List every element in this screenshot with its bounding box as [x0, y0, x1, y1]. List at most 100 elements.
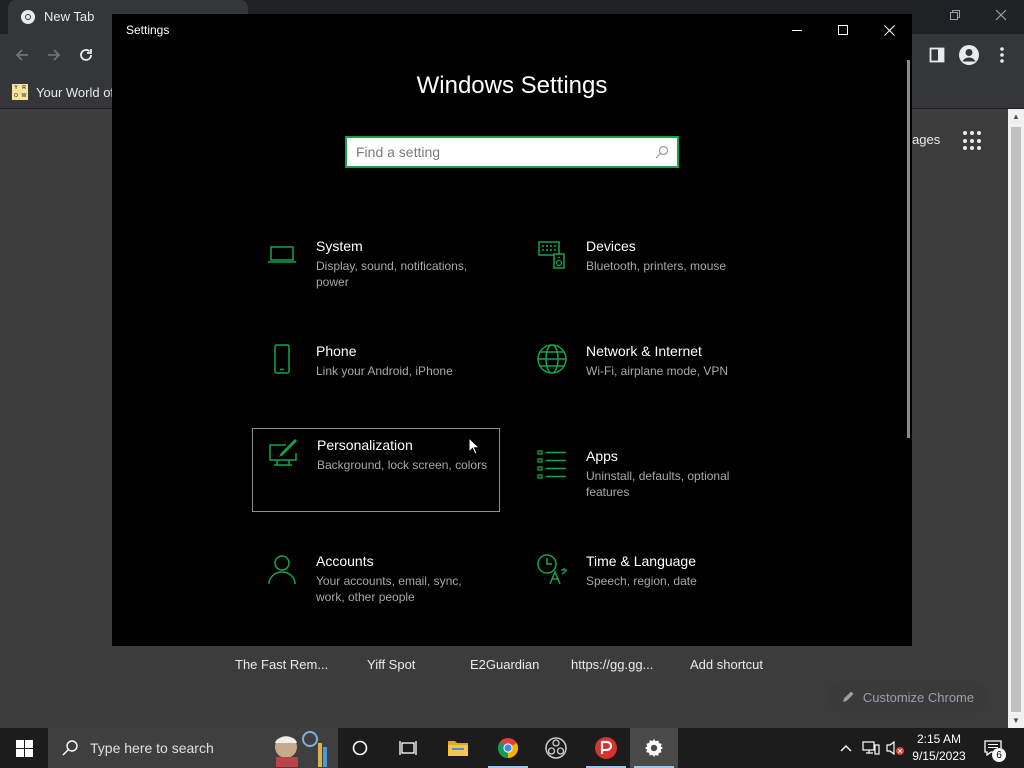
settings-scrollbar[interactable]	[907, 60, 910, 438]
shortcut-tile[interactable]: Yiff Spot	[367, 657, 415, 672]
chevron-up-icon	[840, 745, 852, 752]
phone-icon	[274, 344, 290, 374]
search-icon	[62, 740, 78, 756]
category-title: Network & Internet	[586, 343, 702, 359]
shortcut-tile[interactable]: E2Guardian	[470, 657, 539, 672]
network-icon	[862, 741, 880, 755]
category-description: Wi-Fi, airplane mode, VPN	[586, 364, 729, 378]
category-time-language[interactable]: Time & Language Speech, region, date	[522, 545, 770, 629]
chrome-taskbar-button[interactable]	[484, 728, 532, 768]
category-description: Background, lock screen, colors	[317, 458, 488, 472]
scroll-up-arrow-icon[interactable]: ▲	[1012, 112, 1020, 121]
minimize-icon	[792, 30, 802, 31]
category-description: Display, sound, notifications, power	[316, 259, 468, 289]
category-title: Personalization	[317, 437, 413, 453]
chrome-restore-button[interactable]	[932, 0, 978, 30]
obs-icon	[545, 737, 567, 759]
customize-chrome-label: Customize Chrome	[862, 689, 975, 705]
cortana-icon	[352, 740, 368, 756]
clock-date: 9/15/2023	[912, 749, 966, 763]
category-title: Apps	[586, 448, 618, 464]
notification-count-badge: 6	[992, 748, 1006, 762]
psiphon-taskbar-button[interactable]	[582, 728, 630, 768]
tab-title: New Tab	[44, 9, 95, 24]
category-accounts[interactable]: Accounts Your accounts, email, sync, wor…	[252, 545, 500, 629]
bookmark-item[interactable]: YROW Your World of	[12, 81, 114, 103]
images-link[interactable]: ages	[912, 132, 940, 147]
folder-icon	[448, 741, 468, 756]
category-title: Devices	[586, 238, 636, 254]
laptop-icon	[268, 246, 296, 263]
category-title: System	[316, 238, 363, 254]
chrome-icon	[497, 738, 519, 759]
search-box[interactable]	[345, 136, 679, 168]
start-button[interactable]	[0, 728, 48, 768]
cortana-button[interactable]	[336, 728, 384, 768]
taskbar-clock[interactable]: 2:15 AM 9/15/2023	[905, 731, 973, 765]
bookmark-label: Your World of	[36, 84, 115, 100]
profile-icon	[959, 45, 979, 65]
mouse-cursor-icon	[468, 437, 480, 455]
windows-logo-icon	[15, 739, 33, 757]
reload-button[interactable]	[73, 42, 99, 68]
category-title: Time & Language	[586, 553, 696, 569]
file-explorer-button[interactable]	[434, 728, 482, 768]
maximize-button[interactable]	[820, 14, 866, 46]
shortcut-tile[interactable]: https://gg.gg...	[571, 657, 653, 672]
taskbar-search-box[interactable]: Type here to search	[48, 728, 338, 768]
customize-chrome-button[interactable]: Customize Chrome	[826, 681, 989, 713]
close-button[interactable]	[866, 14, 912, 46]
category-devices[interactable]: Devices Bluetooth, printers, mouse	[522, 230, 770, 314]
apps-list-icon	[537, 450, 566, 479]
task-view-icon	[399, 741, 417, 755]
close-icon	[995, 9, 1007, 21]
back-button[interactable]	[9, 42, 35, 68]
search-input[interactable]	[356, 138, 646, 166]
network-tray-button[interactable]	[860, 728, 882, 768]
add-shortcut-tile[interactable]: Add shortcut	[690, 657, 763, 672]
category-description: Uninstall, defaults, optional features	[586, 469, 730, 499]
taskbar: Type here to search 2:15 AM 9/15/2023	[0, 728, 1024, 768]
profile-button[interactable]	[956, 42, 982, 68]
category-apps[interactable]: Apps Uninstall, defaults, optional featu…	[522, 440, 770, 524]
scroll-down-arrow-icon[interactable]: ▼	[1012, 716, 1020, 725]
chrome-scrollbar[interactable]: ▲ ▼	[1008, 109, 1024, 728]
volume-muted-icon	[886, 740, 904, 756]
close-icon	[883, 24, 895, 36]
chrome-menu-button[interactable]	[989, 42, 1015, 68]
clock-time: 2:15 AM	[916, 732, 962, 746]
gear-icon	[645, 739, 663, 757]
forward-button[interactable]	[41, 42, 67, 68]
psiphon-icon	[595, 737, 617, 759]
person-icon	[268, 555, 296, 585]
page-title: Windows Settings	[416, 72, 608, 99]
obs-taskbar-button[interactable]	[532, 728, 580, 768]
show-hidden-icons-button[interactable]	[836, 728, 856, 768]
kebab-menu-icon	[1000, 47, 1004, 63]
side-panel-button[interactable]	[924, 42, 950, 68]
time-language-icon	[537, 554, 567, 585]
google-apps-icon[interactable]	[963, 131, 983, 151]
settings-window: Settings Windows Settings System Display…	[112, 14, 912, 646]
volume-tray-button[interactable]	[884, 728, 906, 768]
settings-taskbar-button[interactable]	[630, 728, 678, 768]
keyboard-speaker-icon	[538, 241, 565, 269]
category-system[interactable]: System Display, sound, notifications, po…	[252, 230, 500, 314]
chrome-close-button[interactable]	[978, 0, 1024, 30]
category-personalization[interactable]: Personalization Background, lock screen,…	[252, 428, 500, 512]
category-description: Your accounts, email, sync, work, other …	[316, 574, 462, 604]
task-view-button[interactable]	[384, 728, 432, 768]
pencil-icon	[842, 691, 854, 702]
globe-icon	[537, 344, 567, 374]
category-description: Speech, region, date	[586, 574, 697, 588]
category-phone[interactable]: Phone Link your Android, iPhone	[252, 335, 500, 419]
scrollbar-thumb[interactable]	[1011, 127, 1021, 712]
category-network-internet[interactable]: Network & Internet Wi-Fi, airplane mode,…	[522, 335, 770, 419]
category-description: Bluetooth, printers, mouse	[586, 259, 727, 273]
window-title: Settings	[126, 23, 170, 37]
maximize-icon	[838, 25, 848, 35]
arrow-left-icon	[15, 49, 28, 61]
category-title: Phone	[316, 343, 357, 359]
shortcut-tile[interactable]: The Fast Rem...	[235, 657, 328, 672]
minimize-button[interactable]	[774, 14, 820, 46]
